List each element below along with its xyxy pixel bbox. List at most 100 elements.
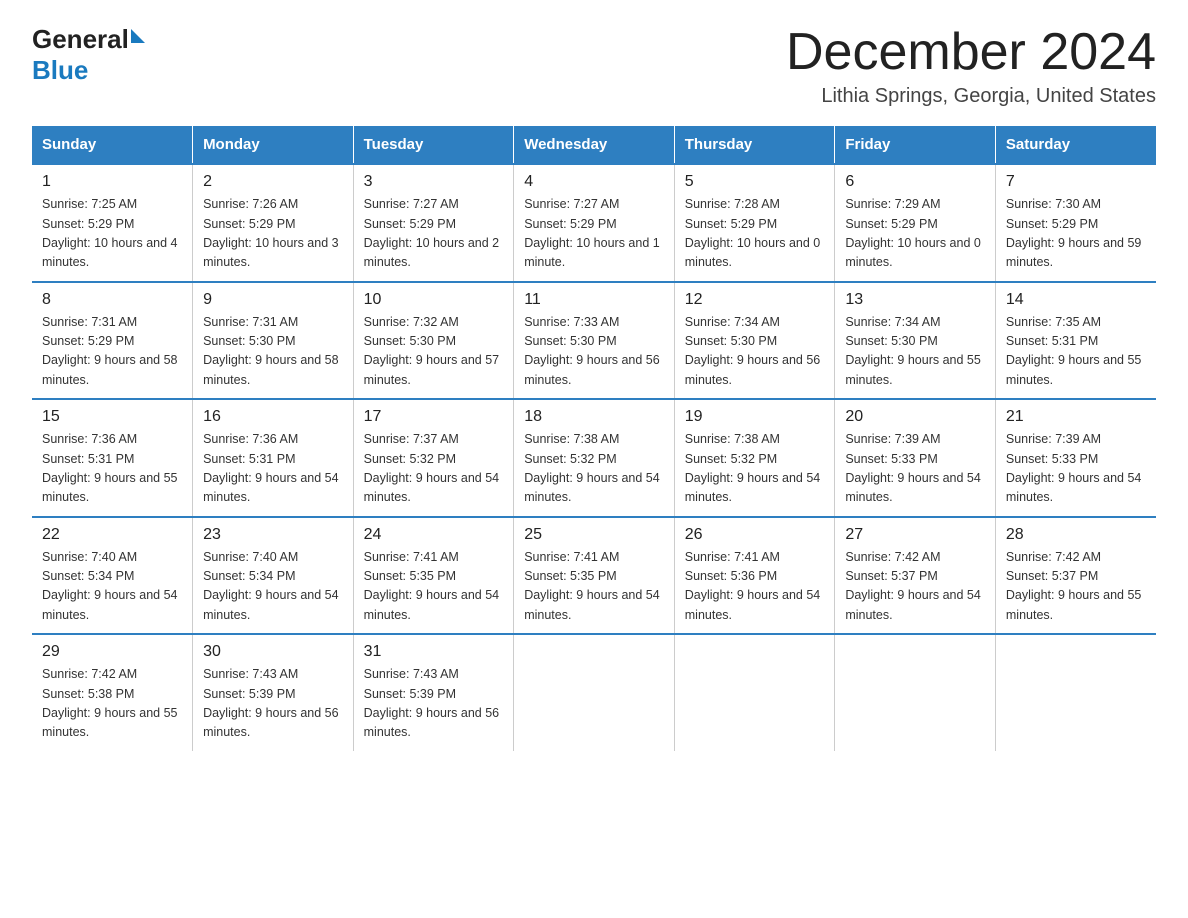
calendar-cell xyxy=(674,634,835,751)
page-subtitle: Lithia Springs, Georgia, United States xyxy=(786,85,1156,108)
day-info: Sunrise: 7:38 AM Sunset: 5:32 PM Dayligh… xyxy=(524,430,664,508)
sunrise-label: Sunrise: 7:36 AM xyxy=(42,432,137,446)
sunset-label: Sunset: 5:31 PM xyxy=(203,452,295,466)
daylight-label: Daylight: 9 hours and 58 minutes. xyxy=(203,353,339,386)
calendar-cell: 3 Sunrise: 7:27 AM Sunset: 5:29 PM Dayli… xyxy=(353,164,514,282)
day-info: Sunrise: 7:41 AM Sunset: 5:35 PM Dayligh… xyxy=(364,548,504,626)
calendar-cell: 20 Sunrise: 7:39 AM Sunset: 5:33 PM Dayl… xyxy=(835,399,996,517)
day-number: 10 xyxy=(364,291,504,309)
calendar-table: SundayMondayTuesdayWednesdayThursdayFrid… xyxy=(32,126,1156,751)
day-info: Sunrise: 7:31 AM Sunset: 5:30 PM Dayligh… xyxy=(203,313,343,391)
day-number: 29 xyxy=(42,643,182,661)
day-number: 25 xyxy=(524,526,664,544)
day-number: 14 xyxy=(1006,291,1146,309)
day-info: Sunrise: 7:39 AM Sunset: 5:33 PM Dayligh… xyxy=(1006,430,1146,508)
daylight-label: Daylight: 10 hours and 0 minutes. xyxy=(685,236,821,269)
sunrise-label: Sunrise: 7:26 AM xyxy=(203,197,298,211)
calendar-cell: 28 Sunrise: 7:42 AM Sunset: 5:37 PM Dayl… xyxy=(995,517,1156,635)
calendar-cell: 12 Sunrise: 7:34 AM Sunset: 5:30 PM Dayl… xyxy=(674,282,835,400)
sunrise-label: Sunrise: 7:42 AM xyxy=(845,550,940,564)
daylight-label: Daylight: 9 hours and 54 minutes. xyxy=(685,471,821,504)
calendar-header-row: SundayMondayTuesdayWednesdayThursdayFrid… xyxy=(32,126,1156,164)
sunrise-label: Sunrise: 7:31 AM xyxy=(203,315,298,329)
sunset-label: Sunset: 5:38 PM xyxy=(42,687,134,701)
day-number: 5 xyxy=(685,173,825,191)
title-block: December 2024 Lithia Springs, Georgia, U… xyxy=(786,24,1156,108)
sunset-label: Sunset: 5:35 PM xyxy=(364,569,456,583)
sunset-label: Sunset: 5:30 PM xyxy=(203,334,295,348)
calendar-week-row: 8 Sunrise: 7:31 AM Sunset: 5:29 PM Dayli… xyxy=(32,282,1156,400)
sunrise-label: Sunrise: 7:41 AM xyxy=(685,550,780,564)
day-info: Sunrise: 7:36 AM Sunset: 5:31 PM Dayligh… xyxy=(42,430,182,508)
day-number: 11 xyxy=(524,291,664,309)
calendar-cell: 4 Sunrise: 7:27 AM Sunset: 5:29 PM Dayli… xyxy=(514,164,675,282)
sunrise-label: Sunrise: 7:27 AM xyxy=(364,197,459,211)
sunset-label: Sunset: 5:31 PM xyxy=(1006,334,1098,348)
day-info: Sunrise: 7:34 AM Sunset: 5:30 PM Dayligh… xyxy=(685,313,825,391)
calendar-cell: 21 Sunrise: 7:39 AM Sunset: 5:33 PM Dayl… xyxy=(995,399,1156,517)
day-number: 7 xyxy=(1006,173,1146,191)
day-number: 19 xyxy=(685,408,825,426)
day-number: 6 xyxy=(845,173,985,191)
day-number: 12 xyxy=(685,291,825,309)
daylight-label: Daylight: 10 hours and 0 minutes. xyxy=(845,236,981,269)
daylight-label: Daylight: 9 hours and 56 minutes. xyxy=(685,353,821,386)
day-info: Sunrise: 7:27 AM Sunset: 5:29 PM Dayligh… xyxy=(364,195,504,273)
day-info: Sunrise: 7:34 AM Sunset: 5:30 PM Dayligh… xyxy=(845,313,985,391)
sunrise-label: Sunrise: 7:29 AM xyxy=(845,197,940,211)
day-number: 31 xyxy=(364,643,504,661)
day-info: Sunrise: 7:39 AM Sunset: 5:33 PM Dayligh… xyxy=(845,430,985,508)
sunset-label: Sunset: 5:29 PM xyxy=(845,217,937,231)
calendar-cell: 13 Sunrise: 7:34 AM Sunset: 5:30 PM Dayl… xyxy=(835,282,996,400)
daylight-label: Daylight: 9 hours and 54 minutes. xyxy=(524,588,660,621)
daylight-label: Daylight: 9 hours and 55 minutes. xyxy=(1006,588,1142,621)
sunrise-label: Sunrise: 7:28 AM xyxy=(685,197,780,211)
calendar-cell: 10 Sunrise: 7:32 AM Sunset: 5:30 PM Dayl… xyxy=(353,282,514,400)
sunrise-label: Sunrise: 7:39 AM xyxy=(845,432,940,446)
calendar-cell: 2 Sunrise: 7:26 AM Sunset: 5:29 PM Dayli… xyxy=(193,164,354,282)
calendar-cell: 31 Sunrise: 7:43 AM Sunset: 5:39 PM Dayl… xyxy=(353,634,514,751)
sunset-label: Sunset: 5:29 PM xyxy=(685,217,777,231)
sunrise-label: Sunrise: 7:39 AM xyxy=(1006,432,1101,446)
calendar-cell: 14 Sunrise: 7:35 AM Sunset: 5:31 PM Dayl… xyxy=(995,282,1156,400)
sunrise-label: Sunrise: 7:32 AM xyxy=(364,315,459,329)
daylight-label: Daylight: 9 hours and 54 minutes. xyxy=(845,471,981,504)
sunset-label: Sunset: 5:37 PM xyxy=(1006,569,1098,583)
day-number: 18 xyxy=(524,408,664,426)
daylight-label: Daylight: 9 hours and 59 minutes. xyxy=(1006,236,1142,269)
day-number: 26 xyxy=(685,526,825,544)
daylight-label: Daylight: 9 hours and 55 minutes. xyxy=(1006,353,1142,386)
daylight-label: Daylight: 9 hours and 54 minutes. xyxy=(364,471,500,504)
daylight-label: Daylight: 10 hours and 2 minutes. xyxy=(364,236,500,269)
day-info: Sunrise: 7:40 AM Sunset: 5:34 PM Dayligh… xyxy=(42,548,182,626)
day-number: 27 xyxy=(845,526,985,544)
day-info: Sunrise: 7:38 AM Sunset: 5:32 PM Dayligh… xyxy=(685,430,825,508)
daylight-label: Daylight: 9 hours and 55 minutes. xyxy=(42,706,178,739)
calendar-cell: 17 Sunrise: 7:37 AM Sunset: 5:32 PM Dayl… xyxy=(353,399,514,517)
sunrise-label: Sunrise: 7:30 AM xyxy=(1006,197,1101,211)
day-info: Sunrise: 7:32 AM Sunset: 5:30 PM Dayligh… xyxy=(364,313,504,391)
day-number: 17 xyxy=(364,408,504,426)
sunrise-label: Sunrise: 7:42 AM xyxy=(42,667,137,681)
daylight-label: Daylight: 9 hours and 54 minutes. xyxy=(1006,471,1142,504)
day-info: Sunrise: 7:42 AM Sunset: 5:38 PM Dayligh… xyxy=(42,665,182,743)
sunset-label: Sunset: 5:32 PM xyxy=(524,452,616,466)
daylight-label: Daylight: 9 hours and 54 minutes. xyxy=(845,588,981,621)
sunrise-label: Sunrise: 7:34 AM xyxy=(845,315,940,329)
calendar-week-row: 1 Sunrise: 7:25 AM Sunset: 5:29 PM Dayli… xyxy=(32,164,1156,282)
sunset-label: Sunset: 5:34 PM xyxy=(203,569,295,583)
calendar-cell: 30 Sunrise: 7:43 AM Sunset: 5:39 PM Dayl… xyxy=(193,634,354,751)
day-info: Sunrise: 7:35 AM Sunset: 5:31 PM Dayligh… xyxy=(1006,313,1146,391)
sunset-label: Sunset: 5:34 PM xyxy=(42,569,134,583)
calendar-cell: 1 Sunrise: 7:25 AM Sunset: 5:29 PM Dayli… xyxy=(32,164,193,282)
sunrise-label: Sunrise: 7:37 AM xyxy=(364,432,459,446)
calendar-cell: 29 Sunrise: 7:42 AM Sunset: 5:38 PM Dayl… xyxy=(32,634,193,751)
calendar-week-row: 29 Sunrise: 7:42 AM Sunset: 5:38 PM Dayl… xyxy=(32,634,1156,751)
logo-blue-text: Blue xyxy=(32,55,88,86)
col-header-wednesday: Wednesday xyxy=(514,126,675,164)
daylight-label: Daylight: 9 hours and 54 minutes. xyxy=(364,588,500,621)
sunset-label: Sunset: 5:29 PM xyxy=(42,217,134,231)
daylight-label: Daylight: 9 hours and 54 minutes. xyxy=(524,471,660,504)
sunset-label: Sunset: 5:29 PM xyxy=(364,217,456,231)
sunrise-label: Sunrise: 7:43 AM xyxy=(203,667,298,681)
